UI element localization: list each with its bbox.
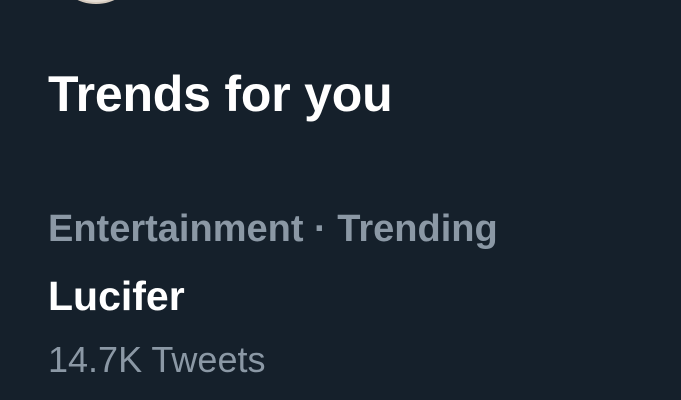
avatar[interactable] [62, 0, 130, 4]
trend-item-lucifer[interactable]: Entertainment · Trending Lucifer 14.7K T… [0, 196, 681, 400]
trend-status: Trending [337, 208, 498, 250]
section-title: Trends for you [48, 66, 393, 122]
trend-meta: Entertainment · Trending [48, 206, 498, 252]
meta-separator: · [303, 208, 338, 250]
trends-panel: Trends for you Entertainment · Trending … [0, 0, 681, 400]
trend-category: Entertainment [48, 208, 304, 250]
tweet-count: 14.7K Tweets [48, 339, 266, 380]
trend-name[interactable]: Lucifer [48, 272, 185, 320]
